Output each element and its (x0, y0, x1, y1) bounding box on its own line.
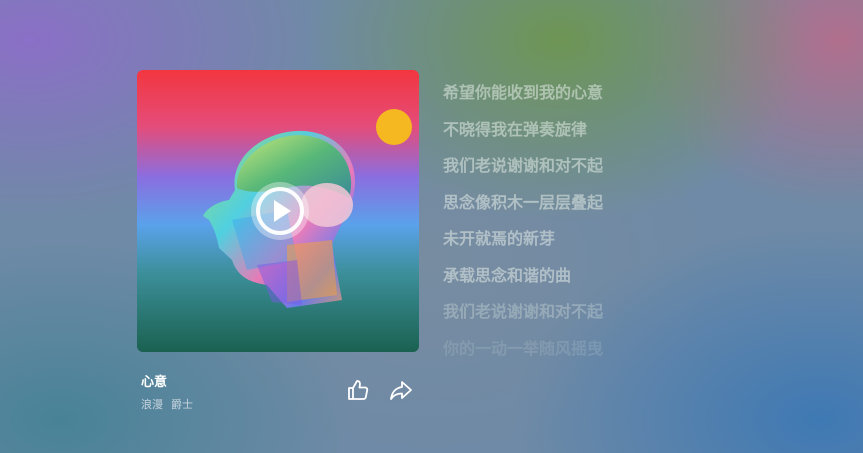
album-cover[interactable] (137, 70, 419, 352)
play-icon (256, 187, 304, 235)
lyric-line: 不晓得我在弹奏旋律 (443, 119, 588, 139)
lyric-line: 你的一动一举随风摇曳 (443, 338, 604, 358)
artist-list: 浪漫 爵士 (141, 396, 201, 412)
lyric-line: 未开就焉的新芽 (443, 229, 556, 248)
lyrics-panel[interactable]: 希望你能收到我的心意 不晓得我在弹奏旋律 我们老说谢谢和对不起 思念像积木一层层… (443, 82, 663, 372)
share-icon (390, 381, 412, 400)
play-button[interactable] (251, 182, 309, 240)
share-button[interactable] (388, 377, 414, 403)
lyric-line: 希望你能收到我的心意 (443, 83, 604, 102)
background (0, 0, 863, 453)
lyric-line: 我们老说谢谢和对不起 (443, 156, 604, 175)
song-title[interactable]: 心意 (141, 371, 167, 390)
lyric-line: 思念像积木一层层叠起 (443, 192, 604, 212)
thumbs-up-icon (348, 380, 369, 400)
lyric-line: 承载思念和谐的曲 (443, 265, 572, 285)
like-button[interactable] (345, 377, 371, 403)
lyric-line: 我们老说谢谢和对不起 (443, 302, 604, 321)
artist-link[interactable]: 浪漫 (141, 398, 163, 411)
sun-circle (376, 109, 412, 145)
artist-link[interactable]: 爵士 (171, 398, 193, 411)
